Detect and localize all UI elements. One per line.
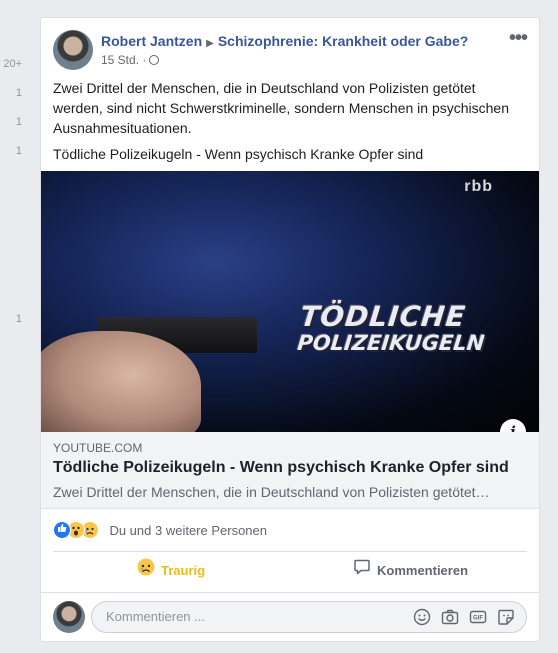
author-name[interactable]: Robert Jantzen [101, 33, 202, 49]
comment-label: Kommentieren [377, 563, 469, 578]
gutter-count: 1 [15, 116, 22, 128]
divider [53, 551, 527, 552]
comment-tools: GIF [404, 607, 516, 627]
triangle-right-icon: ▶ [206, 38, 214, 49]
svg-text:GIF: GIF [473, 616, 483, 622]
post-body-paragraph: Zwei Drittel der Menschen, die in Deutsc… [53, 80, 509, 136]
gutter-count: 1 [15, 313, 22, 325]
gutter-count: 1 [15, 87, 22, 99]
post-body: Zwei Drittel der Menschen, die in Deutsc… [53, 78, 529, 170]
video-title-line: POLIZEIKUGELN [296, 331, 486, 355]
post-timestamp[interactable]: 15 Std. · [101, 53, 146, 67]
camera-icon[interactable] [440, 607, 460, 627]
gutter-count: 20+ [3, 58, 22, 70]
ellipsis-icon[interactable]: ••• [509, 28, 528, 48]
rbb-watermark: rbb [464, 178, 493, 195]
sad-reaction-icon [137, 556, 155, 588]
sad-reaction-button[interactable]: Traurig [137, 555, 205, 587]
comment-input[interactable] [104, 608, 388, 625]
sticker-icon[interactable] [496, 607, 516, 627]
link-description: Zwei Drittel der Menschen, die in Deutsc… [53, 484, 490, 500]
link-preview[interactable]: YOUTUBE.COM Tödliche Polizeikugeln - Wen… [41, 432, 539, 509]
gif-icon[interactable]: GIF [468, 607, 488, 627]
sad-reaction-label: Traurig [161, 563, 206, 578]
post-meta: 15 Std. · [101, 53, 160, 67]
video-thumbnail[interactable]: rbb TÖDLICHE POLIZEIKUGELN i [41, 171, 539, 432]
comment-box[interactable]: GIF [91, 601, 527, 633]
group-name[interactable]: Schizophrenie: Krankheit oder Gabe? [218, 33, 469, 49]
info-icon[interactable]: i [500, 419, 526, 432]
comment-icon [353, 556, 371, 588]
post-header: Robert Jantzen ▶ Schizophrenie: Krankheit … [53, 28, 528, 74]
left-gutter: 20+ 1 1 1 1 [0, 0, 40, 653]
emoji-icon[interactable] [412, 607, 432, 627]
comment-composer: GIF [53, 599, 527, 635]
divider [41, 592, 539, 593]
globe-icon [149, 55, 160, 65]
author-avatar[interactable] [53, 30, 93, 70]
comment-button[interactable]: Kommentieren [353, 555, 468, 587]
link-title[interactable]: Tödliche Polizeikugeln - Wenn psychisch … [53, 459, 509, 477]
post-actions: Traurig Kommentieren [53, 555, 527, 587]
user-avatar[interactable] [53, 601, 85, 633]
video-title-art: TÖDLICHE POLIZEIKUGELN [296, 300, 488, 355]
link-domain: YOUTUBE.COM [53, 441, 143, 455]
reaction-summary[interactable]: Du und 3 weitere Personen [53, 521, 267, 541]
video-title-line: TÖDLICHE [298, 300, 468, 333]
post-title-line: Robert Jantzen ▶ Schizophrenie: Krankheit … [101, 33, 468, 49]
post-card: Robert Jantzen ▶ Schizophrenie: Krankheit … [40, 17, 540, 642]
like-reaction-icon [53, 521, 71, 539]
post-body-paragraph: Tödliche Polizeikugeln - Wenn psychisch … [53, 146, 424, 162]
reaction-summary-text[interactable]: Du und 3 weitere Personen [109, 523, 267, 538]
gutter-count: 1 [15, 145, 22, 157]
